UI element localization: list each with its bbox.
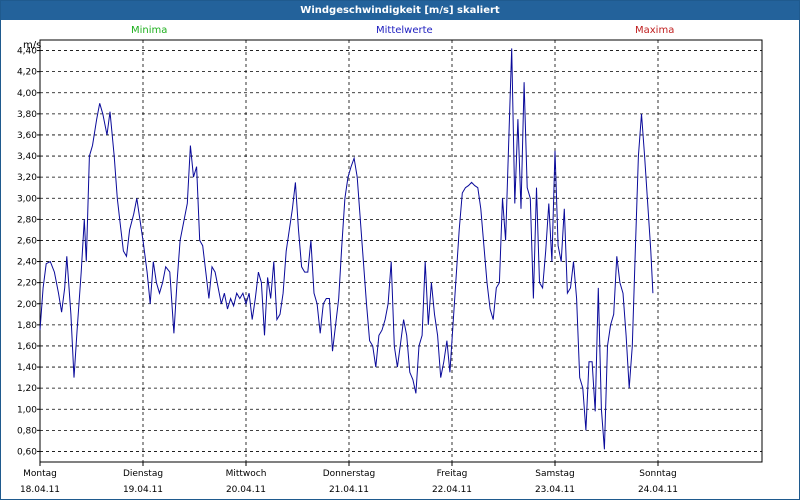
y-tick-label: 3,00 xyxy=(17,194,37,204)
y-tick-label: 1,20 xyxy=(17,384,37,394)
series-line-mittelwerte xyxy=(39,48,654,450)
x-tick-day: Dienstag xyxy=(123,469,163,479)
y-tick-label: 1,60 xyxy=(17,342,37,352)
y-tick-label: 4,00 xyxy=(17,89,37,99)
y-tick-label: 0,80 xyxy=(17,426,37,436)
plot-area xyxy=(39,39,763,463)
x-tick-day: Montag xyxy=(23,469,57,479)
x-tick-day: Samstag xyxy=(535,469,574,479)
y-tick-label: 2,00 xyxy=(17,300,37,310)
y-tick-label: 2,60 xyxy=(17,236,37,246)
x-tick-date: 19.04.11 xyxy=(123,485,163,495)
y-tick-label: 1,80 xyxy=(17,321,37,331)
x-tick-date: 24.04.11 xyxy=(638,485,678,495)
x-tick-day: Mittwoch xyxy=(226,469,267,479)
x-tick-day: Freitag xyxy=(437,469,468,479)
x-tick-date: 20.04.11 xyxy=(226,485,266,495)
y-tick-label: 3,40 xyxy=(17,152,37,162)
y-tick-label: 3,60 xyxy=(17,131,37,141)
y-tick-label: 2,40 xyxy=(17,258,37,268)
y-tick-label: 1,00 xyxy=(17,405,37,415)
x-tick-day: Sonntag xyxy=(639,469,676,479)
y-tick-label: 3,20 xyxy=(17,173,37,183)
y-tick-label: 0,60 xyxy=(17,447,37,457)
y-tick-label: 4,20 xyxy=(17,68,37,78)
y-tick-label: 2,20 xyxy=(17,279,37,289)
x-tick-date: 18.04.11 xyxy=(20,485,60,495)
y-tick-label: 1,40 xyxy=(17,363,37,373)
y-tick-label: 2,80 xyxy=(17,215,37,225)
y-tick-label: 4,40 xyxy=(17,47,37,57)
x-tick-date: 21.04.11 xyxy=(329,485,369,495)
x-tick-day: Donnerstag xyxy=(323,469,376,479)
y-tick-label: 3,80 xyxy=(17,110,37,120)
x-tick-date: 23.04.11 xyxy=(535,485,575,495)
x-tick-date: 22.04.11 xyxy=(432,485,472,495)
line-chart: 4,40 4,20 4,00 3,80 3,60 3,40 3,20 3,00 2,80 2,60… xyxy=(17,39,763,495)
